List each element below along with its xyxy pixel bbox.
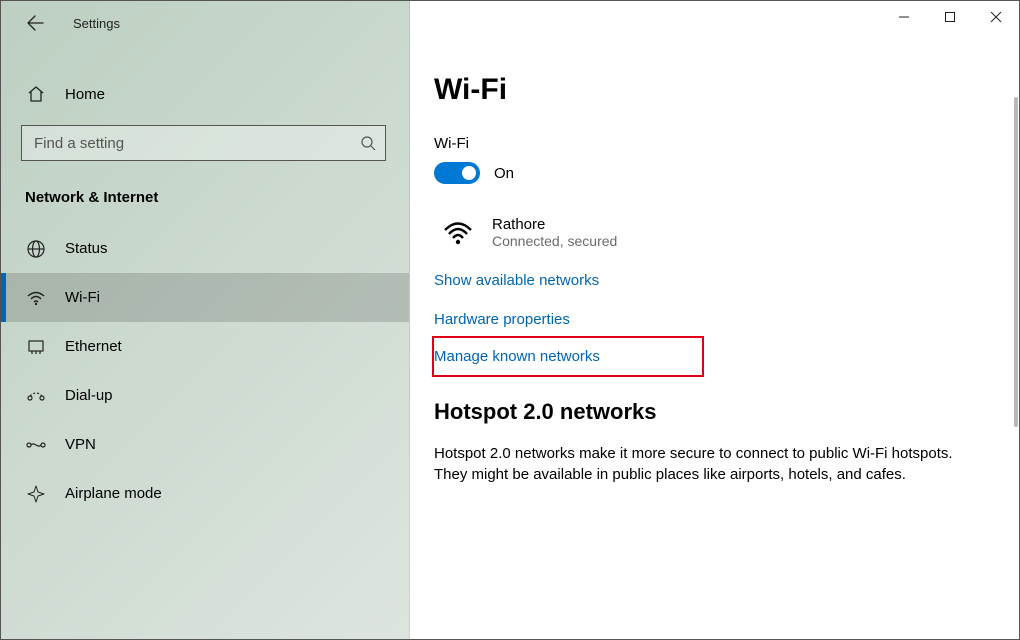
titlebar-left: Settings — [1, 1, 409, 45]
sidebar-item-label: Airplane mode — [65, 485, 162, 502]
wifi-toggle-row: On — [434, 162, 995, 184]
minimize-icon — [898, 11, 910, 23]
wifi-toggle-state: On — [494, 165, 514, 182]
sidebar-home-label: Home — [65, 86, 105, 103]
link-show-available[interactable]: Show available networks — [434, 272, 599, 289]
wifi-signal-icon — [440, 214, 476, 250]
airplane-icon — [25, 483, 47, 505]
scrollbar-thumb[interactable] — [1014, 97, 1018, 427]
sidebar-item-label: VPN — [65, 436, 96, 453]
search-input[interactable] — [22, 126, 385, 160]
search-box[interactable] — [21, 125, 386, 161]
hotspot-heading: Hotspot 2.0 networks — [434, 399, 995, 425]
sidebar-item-dialup[interactable]: Dial-up — [1, 371, 409, 420]
vpn-icon — [25, 434, 47, 456]
maximize-icon — [944, 11, 956, 23]
sidebar-item-wifi[interactable]: Wi-Fi — [1, 273, 409, 322]
sidebar-item-status[interactable]: Status — [1, 224, 409, 273]
maximize-button[interactable] — [927, 1, 973, 33]
sidebar-item-label: Wi-Fi — [65, 289, 100, 306]
home-icon — [25, 83, 47, 105]
scrollbar[interactable] — [1013, 97, 1019, 627]
back-button[interactable] — [21, 9, 49, 37]
network-text: Rathore Connected, secured — [492, 216, 617, 249]
main-panel: Wi-Fi Wi-Fi On Rathore Connected, secure… — [410, 1, 1019, 639]
sidebar: Settings Home Network & Internet — [1, 1, 410, 639]
hotspot-body: Hotspot 2.0 networks make it more secure… — [434, 443, 974, 485]
globe-icon — [25, 238, 47, 260]
minimize-button[interactable] — [881, 1, 927, 33]
close-button[interactable] — [973, 1, 1019, 33]
window-title: Settings — [73, 16, 120, 31]
sidebar-item-label: Dial-up — [65, 387, 113, 404]
search-icon — [359, 134, 377, 152]
content: Wi-Fi Wi-Fi On Rathore Connected, secure… — [410, 43, 1019, 639]
page-title: Wi-Fi — [434, 73, 995, 107]
wifi-toggle[interactable] — [434, 162, 480, 184]
link-manage-known[interactable]: Manage known networks — [434, 348, 600, 365]
sidebar-item-label: Status — [65, 240, 108, 257]
sidebar-nav: Status Wi-Fi Eth — [1, 224, 409, 518]
back-arrow-icon — [26, 14, 44, 32]
sidebar-home[interactable]: Home — [1, 73, 409, 115]
network-name: Rathore — [492, 216, 617, 233]
sidebar-category: Network & Internet — [25, 189, 409, 206]
network-status: Connected, secured — [492, 233, 617, 249]
sidebar-item-vpn[interactable]: VPN — [1, 420, 409, 469]
close-icon — [990, 11, 1002, 23]
link-hardware-properties[interactable]: Hardware properties — [434, 311, 570, 328]
ethernet-icon — [25, 336, 47, 358]
dialup-icon — [25, 385, 47, 407]
titlebar-right — [410, 1, 1019, 43]
current-network[interactable]: Rathore Connected, secured — [434, 208, 995, 268]
wifi-label: Wi-Fi — [434, 135, 995, 152]
sidebar-item-airplane[interactable]: Airplane mode — [1, 469, 409, 518]
wifi-icon — [25, 287, 47, 309]
search-wrap — [21, 125, 389, 161]
sidebar-item-label: Ethernet — [65, 338, 122, 355]
sidebar-item-ethernet[interactable]: Ethernet — [1, 322, 409, 371]
highlight-box: Manage known networks — [432, 336, 704, 377]
